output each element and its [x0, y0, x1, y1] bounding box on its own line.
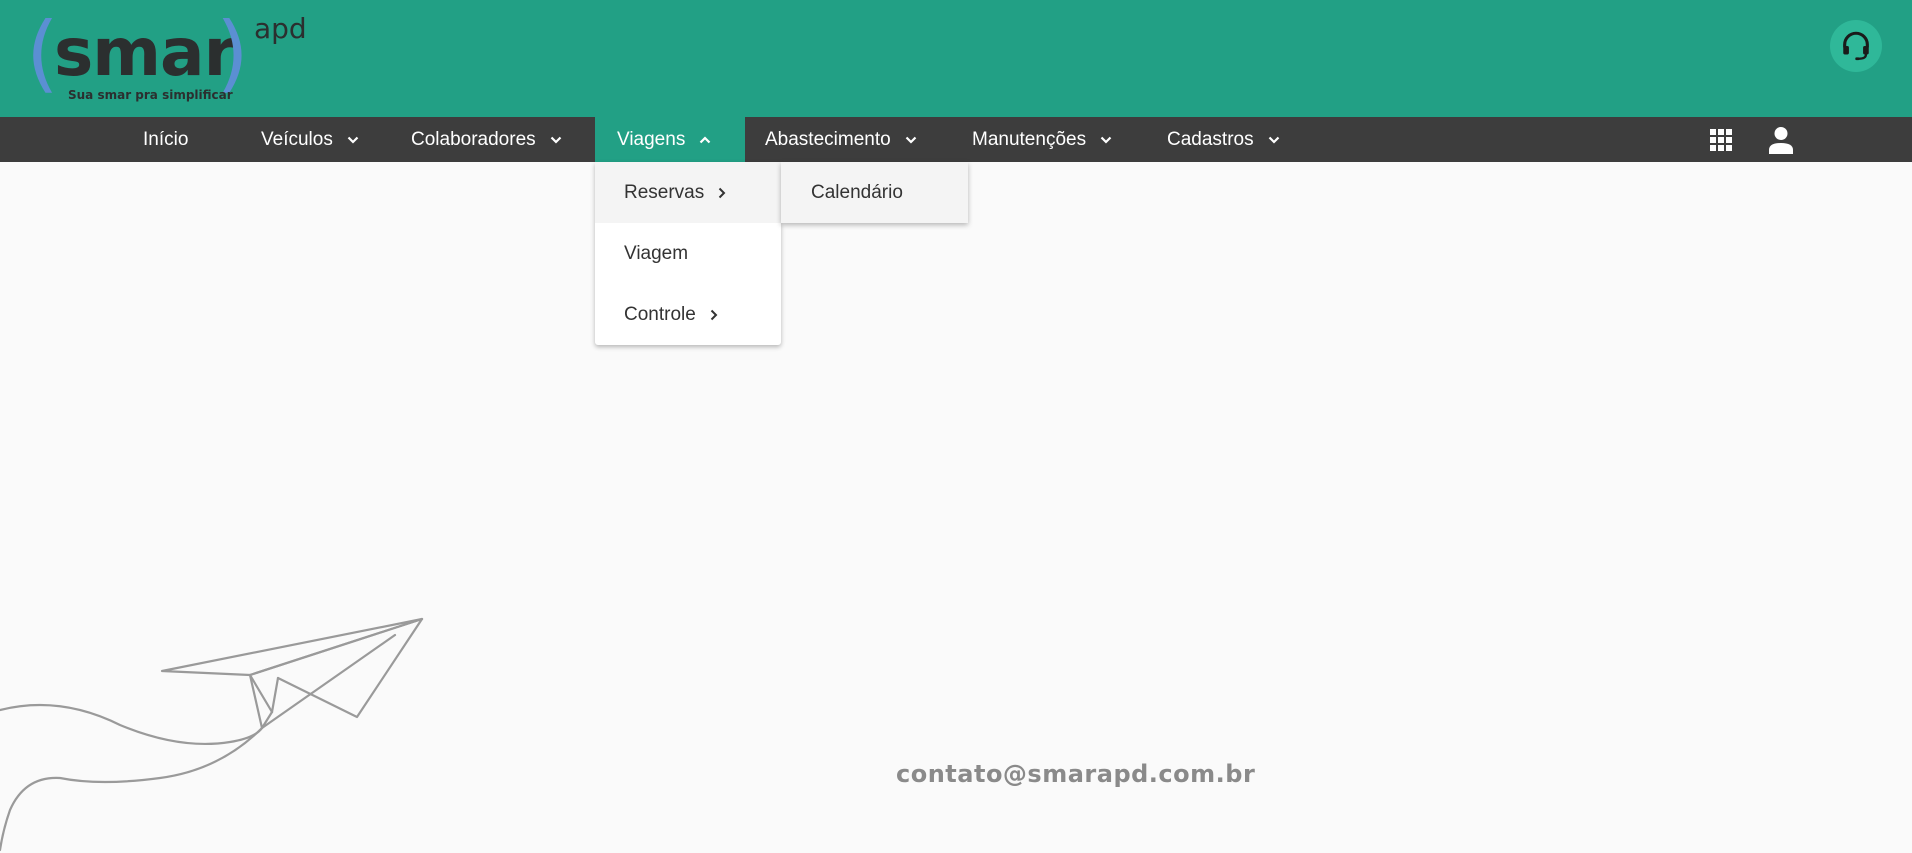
- user-icon: [1769, 126, 1793, 154]
- support-button[interactable]: [1830, 20, 1882, 72]
- viagens-dropdown-menu: Reservas Viagem Controle: [595, 162, 781, 345]
- chevron-down-icon: [1100, 136, 1112, 144]
- nav-item-label: Cadastros: [1167, 128, 1254, 150]
- main-navbar: Início Veículos Colaboradores Viagens Ab…: [0, 117, 1912, 162]
- nav-item-label: Colaboradores: [411, 128, 536, 150]
- nav-item-colaboradores[interactable]: Colaboradores: [411, 117, 562, 162]
- nav-item-label: Abastecimento: [765, 128, 891, 150]
- nav-item-label: Veículos: [261, 128, 333, 150]
- logo-sup: apd: [254, 12, 307, 45]
- nav-item-label: Viagens: [617, 128, 686, 150]
- menu-item-label: Controle: [624, 303, 696, 325]
- chevron-up-icon: [699, 135, 711, 144]
- menu-item-label: Reservas: [624, 181, 705, 203]
- app-header: ( smar ) apd Sua smar pra simplificar: [0, 0, 1912, 117]
- menu-item-label: Calendário: [811, 181, 903, 203]
- nav-item-label: Manutenções: [972, 128, 1087, 150]
- menu-item-label: Viagem: [624, 242, 689, 264]
- chevron-right-icon: [718, 187, 726, 199]
- nav-item-abastecimento[interactable]: Abastecimento: [765, 117, 917, 162]
- nav-item-manutencoes[interactable]: Manutenções: [972, 117, 1112, 162]
- nav-item-inicio[interactable]: Início: [143, 117, 188, 162]
- apps-button[interactable]: [1708, 117, 1734, 162]
- chevron-down-icon: [1268, 136, 1280, 144]
- menu-item-viagem[interactable]: Viagem: [595, 223, 781, 284]
- nav-item-viagens[interactable]: Viagens: [595, 117, 745, 162]
- nav-item-veiculos[interactable]: Veículos: [261, 117, 359, 162]
- menu-item-calendario[interactable]: Calendário: [781, 162, 968, 223]
- contact-email[interactable]: contato@smarapd.com.br: [896, 760, 1255, 788]
- nav-item-cadastros[interactable]: Cadastros: [1167, 117, 1280, 162]
- chevron-down-icon: [347, 136, 359, 144]
- paper-plane-illustration: [0, 617, 424, 852]
- logo-paren-right: ): [216, 4, 249, 102]
- chevron-right-icon: [710, 309, 718, 321]
- smarapd-logo[interactable]: ( smar ) apd Sua smar pra simplificar: [26, 4, 330, 108]
- headset-icon: [1843, 31, 1869, 61]
- logo-word: smar: [54, 14, 236, 91]
- nav-item-label: Início: [143, 128, 189, 150]
- chevron-down-icon: [550, 136, 562, 144]
- user-menu-button[interactable]: [1766, 117, 1796, 162]
- logo-tagline: Sua smar pra simplificar: [68, 88, 233, 102]
- menu-item-controle[interactable]: Controle: [595, 284, 781, 345]
- apps-grid-icon: [1710, 128, 1732, 151]
- chevron-down-icon: [905, 136, 917, 144]
- menu-item-reservas[interactable]: Reservas: [595, 162, 781, 223]
